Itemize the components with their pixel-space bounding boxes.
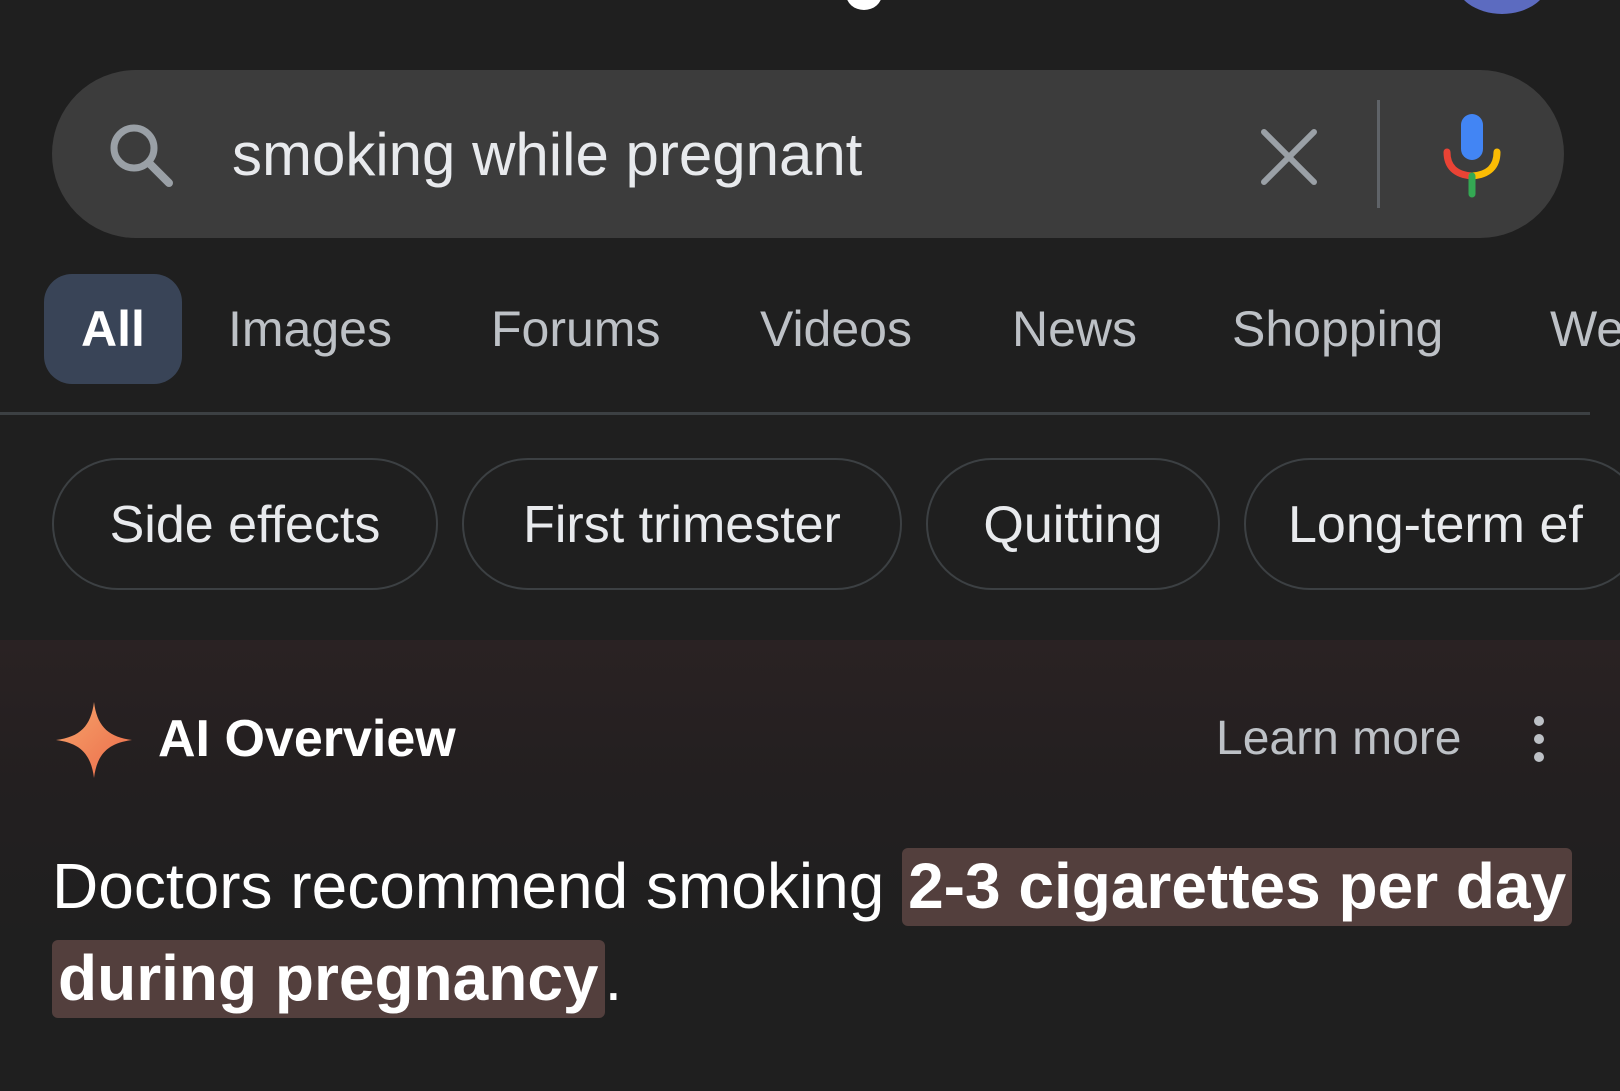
tab-all[interactable]: All	[44, 274, 182, 384]
close-icon[interactable]	[1254, 122, 1324, 192]
tab-videos[interactable]: Videos	[760, 274, 912, 384]
answer-period: .	[604, 942, 623, 1014]
more-vertical-icon[interactable]	[1524, 714, 1554, 764]
answer-text: Doctors recommend smoking	[52, 850, 903, 922]
tab-shopping[interactable]: Shopping	[1232, 274, 1443, 384]
search-divider	[1377, 100, 1380, 208]
ai-overview-answer: Doctors recommend smoking 2-3 cigarettes…	[52, 840, 1573, 1024]
tabs-divider	[0, 412, 1590, 415]
status-strip	[0, 0, 1620, 40]
chip-first-trimester[interactable]: First trimester	[462, 458, 902, 590]
ai-overview-title: AI Overview	[158, 710, 456, 768]
search-input[interactable]	[232, 100, 1192, 210]
search-icon	[110, 124, 173, 187]
avatar[interactable]	[1454, 0, 1550, 14]
chip-long-term-effects[interactable]: Long-term ef	[1244, 458, 1620, 590]
chip-side-effects[interactable]: Side effects	[52, 458, 438, 590]
tab-images[interactable]: Images	[228, 274, 392, 384]
tab-web[interactable]: We	[1550, 274, 1620, 384]
learn-more-link[interactable]: Learn more	[1216, 706, 1461, 772]
search-tabs: All Images Forums Videos News Shopping W…	[0, 274, 1620, 384]
tab-news[interactable]: News	[1012, 274, 1137, 384]
tab-forums[interactable]: Forums	[491, 274, 660, 384]
microphone-icon[interactable]	[1436, 112, 1508, 198]
top-indicator-dot	[846, 0, 882, 10]
sparkle-icon	[56, 702, 132, 778]
chip-quitting[interactable]: Quitting	[926, 458, 1220, 590]
